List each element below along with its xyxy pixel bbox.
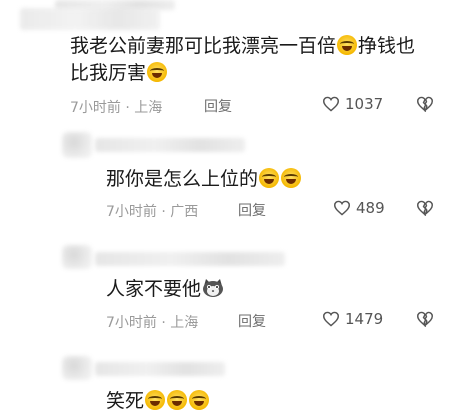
timestamp: 7小时前 <box>70 100 121 116</box>
comment-text-line: 人家不要他 <box>106 278 202 300</box>
like-count: 1479 <box>345 310 384 328</box>
location: 上海 <box>134 100 163 116</box>
separator: · <box>161 315 166 331</box>
comment-text-line-2: 挣钱也 <box>358 35 416 57</box>
reply-button[interactable]: 回复 <box>204 96 232 116</box>
heart-outline-icon <box>322 96 340 112</box>
location: 上海 <box>170 315 199 331</box>
comment-text-cont: 比我厉害 <box>70 60 168 86</box>
timestamp: 7小时前 <box>106 315 157 331</box>
comment-text-line: 那你是怎么上位的 <box>106 168 259 190</box>
comment-text: 笑死 <box>106 388 210 414</box>
blurred-username <box>95 362 225 376</box>
separator: · <box>125 100 130 116</box>
reply-button[interactable]: 回复 <box>238 200 266 220</box>
heart-outline-icon <box>333 200 351 216</box>
avatar <box>62 245 92 269</box>
laughing-tears-emoji-icon <box>189 390 210 410</box>
comment-text-line-1: 我老公前妻那可比我漂亮一百倍 <box>70 35 337 57</box>
like-button[interactable]: 489 <box>333 199 385 217</box>
like-count: 1037 <box>345 95 384 113</box>
like-button[interactable]: 1037 <box>322 95 383 113</box>
comment-text-line: 笑死 <box>106 390 145 412</box>
broken-heart-icon[interactable] <box>416 311 434 327</box>
location: 广西 <box>170 204 199 220</box>
reply-button[interactable]: 回复 <box>238 311 266 331</box>
comment-meta: 7小时前 · 广西 <box>106 201 198 221</box>
comment-meta: 7小时前 · 上海 <box>106 312 198 332</box>
comment-text: 人家不要他 <box>106 276 224 302</box>
avatar <box>62 132 92 158</box>
comment-text: 我老公前妻那可比我漂亮一百倍 挣钱也 <box>70 33 415 59</box>
laughing-tears-emoji-icon <box>147 62 168 82</box>
heart-outline-icon <box>322 311 340 327</box>
blurred-username <box>95 252 285 266</box>
comment-text: 那你是怎么上位的 <box>106 166 302 192</box>
laughing-tears-emoji-icon <box>167 390 188 410</box>
laughing-tears-emoji-icon <box>281 168 302 188</box>
blurred-username <box>95 138 245 152</box>
blurred-username <box>20 8 160 30</box>
broken-heart-icon[interactable] <box>416 96 434 112</box>
separator: · <box>161 204 166 220</box>
avatar <box>62 356 92 380</box>
broken-heart-icon[interactable] <box>416 200 434 216</box>
laughing-tears-emoji-icon <box>337 35 358 55</box>
laughing-tears-emoji-icon <box>259 168 280 188</box>
comment-meta: 7小时前 · 上海 <box>70 97 162 117</box>
cat-emoji-icon <box>202 278 224 298</box>
like-count: 489 <box>356 199 385 217</box>
timestamp: 7小时前 <box>106 204 157 220</box>
comment-text-line-3: 比我厉害 <box>70 62 147 84</box>
like-button[interactable]: 1479 <box>322 310 383 328</box>
laughing-tears-emoji-icon <box>145 390 166 410</box>
